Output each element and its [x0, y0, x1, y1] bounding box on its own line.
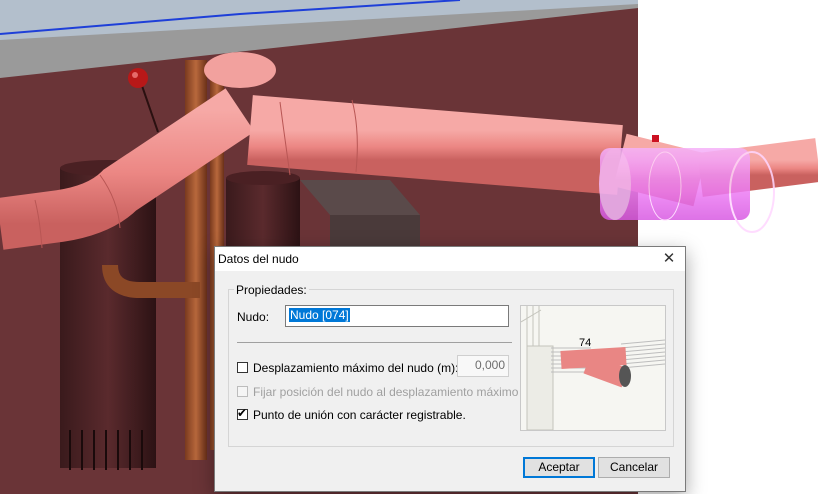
close-icon[interactable]: ✕	[653, 247, 685, 271]
checkmark-icon: ✔	[237, 406, 248, 420]
preview-node-number: 74	[579, 337, 591, 349]
max-displacement-label: Desplazamiento máximo del nudo (m):	[253, 361, 459, 375]
union-point-checkbox[interactable]: ✔	[237, 406, 248, 420]
max-displacement-checkbox[interactable]	[237, 362, 248, 373]
fix-position-checkbox[interactable]	[237, 386, 248, 397]
dialog-title: Datos del nudo	[218, 252, 299, 266]
separator	[237, 342, 512, 343]
valve-knob	[128, 68, 148, 88]
pipe-main	[247, 95, 623, 195]
accept-button[interactable]: Aceptar	[523, 457, 595, 478]
node-label: Nudo:	[237, 310, 270, 324]
node-name-value: Nudo [074]	[289, 308, 350, 322]
node-name-input[interactable]: Nudo [074]	[285, 305, 509, 327]
max-displacement-input[interactable]: 0,000	[457, 355, 509, 377]
node-data-dialog: Datos del nudo ✕ Propiedades: Nudo: Nudo…	[214, 246, 686, 492]
node-marker	[652, 135, 659, 142]
fix-position-label: Fijar posición del nudo al desplazamient…	[253, 385, 519, 399]
union-point-label: Punto de unión con carácter registrable.	[253, 408, 466, 422]
node-preview: 74	[520, 305, 666, 431]
dialog-titlebar[interactable]: Datos del nudo ✕	[215, 247, 685, 271]
cancel-button[interactable]: Cancelar	[598, 457, 670, 478]
properties-group-title: Propiedades:	[234, 283, 309, 297]
